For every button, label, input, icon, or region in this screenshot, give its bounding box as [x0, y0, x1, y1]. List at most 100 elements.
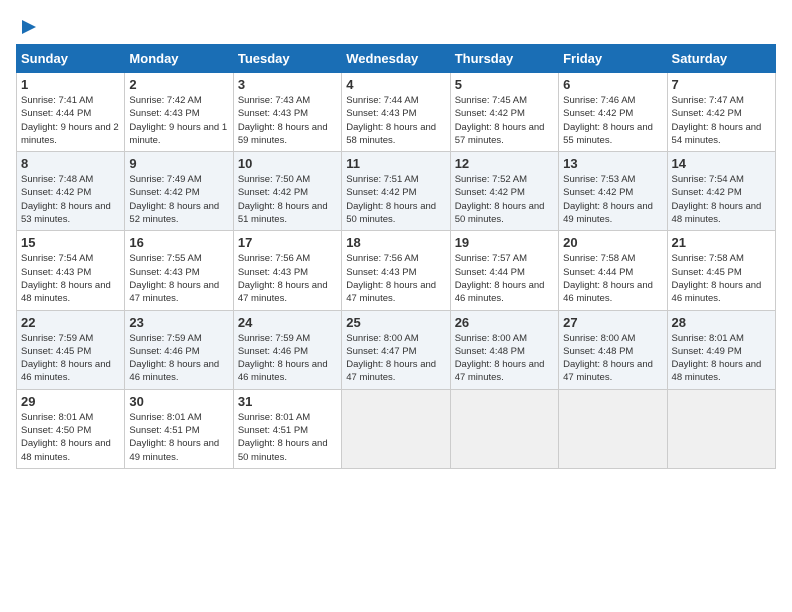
day-number: 16 [129, 235, 228, 250]
calendar-cell: 4 Sunrise: 7:44 AMSunset: 4:43 PMDayligh… [342, 73, 450, 152]
calendar-cell: 21 Sunrise: 7:58 AMSunset: 4:45 PMDaylig… [667, 231, 775, 310]
day-number: 25 [346, 315, 445, 330]
day-number: 7 [672, 77, 771, 92]
calendar-cell: 1 Sunrise: 7:41 AMSunset: 4:44 PMDayligh… [17, 73, 125, 152]
day-info: Sunrise: 7:44 AMSunset: 4:43 PMDaylight:… [346, 95, 436, 146]
calendar-week-4: 22 Sunrise: 7:59 AMSunset: 4:45 PMDaylig… [17, 310, 776, 389]
day-info: Sunrise: 7:59 AMSunset: 4:45 PMDaylight:… [21, 333, 111, 384]
calendar-week-3: 15 Sunrise: 7:54 AMSunset: 4:43 PMDaylig… [17, 231, 776, 310]
day-number: 21 [672, 235, 771, 250]
calendar-cell: 30 Sunrise: 8:01 AMSunset: 4:51 PMDaylig… [125, 389, 233, 468]
day-info: Sunrise: 8:00 AMSunset: 4:48 PMDaylight:… [563, 333, 653, 384]
calendar-cell [450, 389, 558, 468]
logo-arrow-icon [18, 16, 40, 38]
day-info: Sunrise: 7:55 AMSunset: 4:43 PMDaylight:… [129, 253, 219, 304]
calendar-cell: 22 Sunrise: 7:59 AMSunset: 4:45 PMDaylig… [17, 310, 125, 389]
day-number: 1 [21, 77, 120, 92]
header-row: SundayMondayTuesdayWednesdayThursdayFrid… [17, 45, 776, 73]
calendar-cell: 15 Sunrise: 7:54 AMSunset: 4:43 PMDaylig… [17, 231, 125, 310]
logo [16, 16, 40, 34]
day-info: Sunrise: 7:41 AMSunset: 4:44 PMDaylight:… [21, 95, 119, 146]
calendar-cell: 5 Sunrise: 7:45 AMSunset: 4:42 PMDayligh… [450, 73, 558, 152]
day-info: Sunrise: 8:00 AMSunset: 4:48 PMDaylight:… [455, 333, 545, 384]
calendar-cell: 31 Sunrise: 8:01 AMSunset: 4:51 PMDaylig… [233, 389, 341, 468]
day-number: 30 [129, 394, 228, 409]
day-info: Sunrise: 7:43 AMSunset: 4:43 PMDaylight:… [238, 95, 328, 146]
calendar-cell: 11 Sunrise: 7:51 AMSunset: 4:42 PMDaylig… [342, 152, 450, 231]
calendar-cell: 3 Sunrise: 7:43 AMSunset: 4:43 PMDayligh… [233, 73, 341, 152]
day-info: Sunrise: 7:42 AMSunset: 4:43 PMDaylight:… [129, 95, 227, 146]
day-number: 14 [672, 156, 771, 171]
col-header-monday: Monday [125, 45, 233, 73]
day-number: 28 [672, 315, 771, 330]
calendar-cell: 17 Sunrise: 7:56 AMSunset: 4:43 PMDaylig… [233, 231, 341, 310]
calendar-cell: 28 Sunrise: 8:01 AMSunset: 4:49 PMDaylig… [667, 310, 775, 389]
day-number: 15 [21, 235, 120, 250]
calendar-cell: 2 Sunrise: 7:42 AMSunset: 4:43 PMDayligh… [125, 73, 233, 152]
day-number: 31 [238, 394, 337, 409]
day-number: 8 [21, 156, 120, 171]
day-number: 27 [563, 315, 662, 330]
day-info: Sunrise: 7:51 AMSunset: 4:42 PMDaylight:… [346, 174, 436, 225]
page-container: SundayMondayTuesdayWednesdayThursdayFrid… [0, 0, 792, 477]
calendar-cell: 14 Sunrise: 7:54 AMSunset: 4:42 PMDaylig… [667, 152, 775, 231]
day-number: 17 [238, 235, 337, 250]
calendar-cell [559, 389, 667, 468]
calendar-cell: 24 Sunrise: 7:59 AMSunset: 4:46 PMDaylig… [233, 310, 341, 389]
day-number: 22 [21, 315, 120, 330]
day-info: Sunrise: 8:01 AMSunset: 4:50 PMDaylight:… [21, 412, 111, 463]
calendar-cell: 19 Sunrise: 7:57 AMSunset: 4:44 PMDaylig… [450, 231, 558, 310]
day-number: 2 [129, 77, 228, 92]
col-header-wednesday: Wednesday [342, 45, 450, 73]
col-header-tuesday: Tuesday [233, 45, 341, 73]
day-info: Sunrise: 7:50 AMSunset: 4:42 PMDaylight:… [238, 174, 328, 225]
day-info: Sunrise: 7:52 AMSunset: 4:42 PMDaylight:… [455, 174, 545, 225]
calendar-cell: 25 Sunrise: 8:00 AMSunset: 4:47 PMDaylig… [342, 310, 450, 389]
day-number: 24 [238, 315, 337, 330]
calendar-week-1: 1 Sunrise: 7:41 AMSunset: 4:44 PMDayligh… [17, 73, 776, 152]
day-info: Sunrise: 7:59 AMSunset: 4:46 PMDaylight:… [129, 333, 219, 384]
day-info: Sunrise: 7:56 AMSunset: 4:43 PMDaylight:… [346, 253, 436, 304]
day-info: Sunrise: 7:47 AMSunset: 4:42 PMDaylight:… [672, 95, 762, 146]
header [16, 16, 776, 34]
day-number: 3 [238, 77, 337, 92]
col-header-saturday: Saturday [667, 45, 775, 73]
calendar-cell: 7 Sunrise: 7:47 AMSunset: 4:42 PMDayligh… [667, 73, 775, 152]
day-info: Sunrise: 8:01 AMSunset: 4:49 PMDaylight:… [672, 333, 762, 384]
calendar-cell [667, 389, 775, 468]
day-info: Sunrise: 8:01 AMSunset: 4:51 PMDaylight:… [238, 412, 328, 463]
day-info: Sunrise: 7:46 AMSunset: 4:42 PMDaylight:… [563, 95, 653, 146]
day-info: Sunrise: 7:56 AMSunset: 4:43 PMDaylight:… [238, 253, 328, 304]
day-number: 10 [238, 156, 337, 171]
day-number: 19 [455, 235, 554, 250]
day-number: 29 [21, 394, 120, 409]
calendar-cell: 13 Sunrise: 7:53 AMSunset: 4:42 PMDaylig… [559, 152, 667, 231]
calendar-week-2: 8 Sunrise: 7:48 AMSunset: 4:42 PMDayligh… [17, 152, 776, 231]
calendar-table: SundayMondayTuesdayWednesdayThursdayFrid… [16, 44, 776, 469]
day-number: 6 [563, 77, 662, 92]
col-header-sunday: Sunday [17, 45, 125, 73]
col-header-thursday: Thursday [450, 45, 558, 73]
day-info: Sunrise: 7:45 AMSunset: 4:42 PMDaylight:… [455, 95, 545, 146]
day-number: 9 [129, 156, 228, 171]
day-number: 4 [346, 77, 445, 92]
calendar-cell: 29 Sunrise: 8:01 AMSunset: 4:50 PMDaylig… [17, 389, 125, 468]
day-number: 18 [346, 235, 445, 250]
calendar-cell: 6 Sunrise: 7:46 AMSunset: 4:42 PMDayligh… [559, 73, 667, 152]
calendar-cell: 27 Sunrise: 8:00 AMSunset: 4:48 PMDaylig… [559, 310, 667, 389]
calendar-cell: 23 Sunrise: 7:59 AMSunset: 4:46 PMDaylig… [125, 310, 233, 389]
day-info: Sunrise: 7:54 AMSunset: 4:42 PMDaylight:… [672, 174, 762, 225]
calendar-cell: 8 Sunrise: 7:48 AMSunset: 4:42 PMDayligh… [17, 152, 125, 231]
calendar-cell: 12 Sunrise: 7:52 AMSunset: 4:42 PMDaylig… [450, 152, 558, 231]
day-info: Sunrise: 7:49 AMSunset: 4:42 PMDaylight:… [129, 174, 219, 225]
day-info: Sunrise: 7:54 AMSunset: 4:43 PMDaylight:… [21, 253, 111, 304]
day-info: Sunrise: 8:01 AMSunset: 4:51 PMDaylight:… [129, 412, 219, 463]
day-info: Sunrise: 7:48 AMSunset: 4:42 PMDaylight:… [21, 174, 111, 225]
day-number: 5 [455, 77, 554, 92]
calendar-cell: 20 Sunrise: 7:58 AMSunset: 4:44 PMDaylig… [559, 231, 667, 310]
day-info: Sunrise: 7:57 AMSunset: 4:44 PMDaylight:… [455, 253, 545, 304]
day-info: Sunrise: 8:00 AMSunset: 4:47 PMDaylight:… [346, 333, 436, 384]
day-number: 26 [455, 315, 554, 330]
calendar-cell: 10 Sunrise: 7:50 AMSunset: 4:42 PMDaylig… [233, 152, 341, 231]
day-number: 12 [455, 156, 554, 171]
